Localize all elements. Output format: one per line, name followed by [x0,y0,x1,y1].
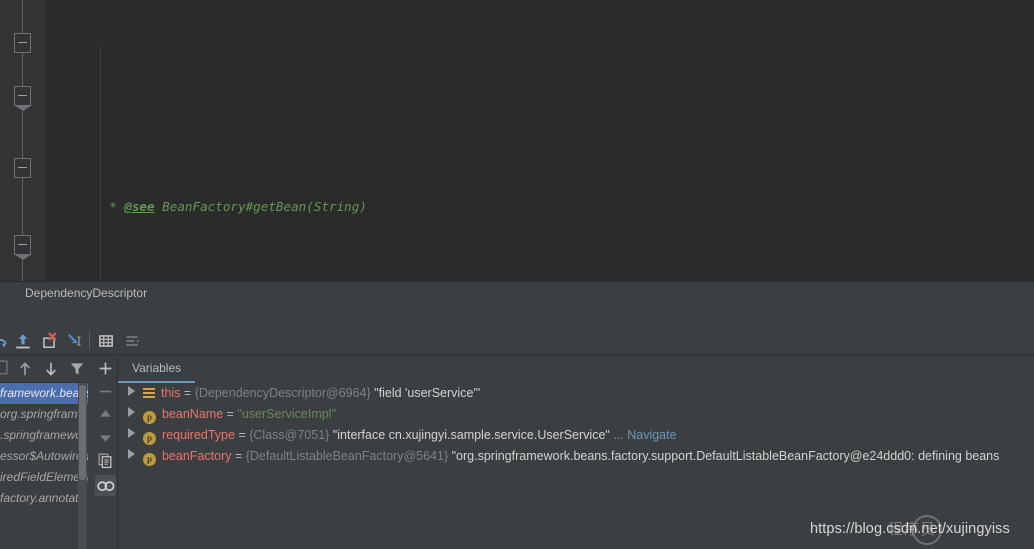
parameter-icon: p [143,432,156,445]
fold-marker-1[interactable] [14,33,31,53]
code-line-1[interactable]: @since 1.0.1 [46,92,1034,103]
variable-equals: = [223,407,238,421]
variable-reference: {Class@7051} [249,428,330,442]
frame-row[interactable]: factory.annotati [0,488,88,509]
move-down-icon[interactable] [97,429,114,446]
variable-value: "org.springframework.beans.factory.suppo… [448,449,1000,463]
frames-scrollbar-thumb[interactable] [79,385,86,480]
frame-row[interactable]: iredFieldElement [0,467,88,488]
move-up-icon[interactable] [97,406,114,423]
tab-variables-label: Variables [132,361,182,375]
fold-marker-4[interactable] [14,235,32,260]
variable-value: "interface cn.xujingyi.sample.service.Us… [329,428,610,442]
remove-watch-icon[interactable] [97,383,114,400]
fold-marker-2[interactable] [14,86,32,111]
code-editor[interactable]: @since 1.0.1 * @see BeanFactory#getBean(… [0,0,1034,281]
step-out-icon[interactable] [14,332,32,350]
frames-list[interactable]: framework.beans org.springframe .springf… [0,383,88,549]
variable-name: beanFactory [162,449,232,463]
javadoc-see-tag[interactable]: @see [124,199,154,214]
frame-row[interactable]: .springframewor [0,425,88,446]
frames-down-icon[interactable] [42,360,60,378]
frame-label: essor$Autowired [0,449,88,463]
indent-guide [100,46,101,281]
variable-row-beanname[interactable]: p beanName = "userServiceImpl" [118,404,1034,425]
tab-variables[interactable]: Variables [118,355,196,383]
frame-label: factory.annotati [0,491,82,505]
variable-equals: = [231,449,246,463]
add-watch-icon[interactable] [97,360,114,377]
code-line-2[interactable]: * @see BeanFactory#getBean(String) [46,172,1034,214]
toolbar-separator [89,331,90,350]
variable-name: beanName [162,407,224,421]
expand-arrow-icon[interactable] [128,428,135,438]
breadcrumb[interactable]: DependencyDescriptor [0,281,1034,303]
variable-name: requiredType [162,428,235,442]
step-over-icon[interactable] [0,332,9,350]
frame-row[interactable]: org.springframe [0,404,88,425]
variable-row-this[interactable]: this = {DependencyDescriptor@6964} "fiel… [118,383,1034,404]
frame-label: .springframewor [0,428,87,442]
code-line-3[interactable]: */ [46,264,1034,281]
expand-arrow-icon[interactable] [128,449,135,459]
frame-label: iredFieldElement [0,470,88,484]
frames-toolbar[interactable] [0,355,93,383]
frames-thread-selector[interactable] [0,358,10,378]
parameter-icon: p [143,453,156,466]
panel-gap [0,303,1034,327]
watermark-url: https://blog.csdn.net/xujingyiss [810,521,1010,537]
frame-row[interactable]: framework.beans [0,383,88,404]
variable-row-requiredtype[interactable]: p requiredType = {Class@7051} "interface … [118,425,1034,446]
variable-value: "userServiceImpl" [237,407,336,421]
variables-tabbar[interactable]: Variables [118,355,1034,383]
frames-up-icon[interactable] [16,360,34,378]
debug-panel: framework.beans org.springframe .springf… [0,355,1034,549]
javadoc-see-target: BeanFactory#getBean(String) [154,199,367,214]
evaluate-expression-icon[interactable] [97,332,115,350]
variable-reference: {DependencyDescriptor@6964} [194,386,371,400]
code-text-area[interactable]: @since 1.0.1 * @see BeanFactory#getBean(… [46,0,1034,281]
variable-value: "field 'userService'" [370,386,481,400]
debug-toolbar[interactable] [0,327,1034,355]
variable-ellipsis: ... [609,428,628,442]
variable-row-beanfactory[interactable]: p beanFactory = {DefaultListableBeanFacto… [118,446,1034,467]
comment-star: * [101,199,125,214]
variable-equals: = [180,386,195,400]
copy-value-icon[interactable] [97,452,114,469]
field-icon [143,387,155,399]
variables-side-toolbar[interactable] [93,355,118,549]
watches-icon[interactable] [95,475,116,496]
drop-frame-icon[interactable] [40,332,58,350]
frame-label: org.springframe [0,407,85,421]
expand-arrow-icon[interactable] [128,407,135,417]
expand-arrow-icon[interactable] [128,386,135,396]
variable-name: this [161,386,181,400]
frames-filter-icon[interactable] [68,360,86,378]
parameter-icon: p [143,411,156,424]
variable-reference: {DefaultListableBeanFactory@5641} [245,449,449,463]
force-step-into-icon[interactable] [66,332,84,350]
variable-equals: = [234,428,250,442]
navigate-link[interactable]: Navigate [627,428,676,442]
layout-settings-icon[interactable] [123,332,141,350]
editor-gutter[interactable] [0,0,46,281]
frame-label: framework.beans [0,386,88,400]
fold-marker-3[interactable] [14,158,31,178]
frame-row[interactable]: essor$Autowired [0,446,88,467]
frames-scrollbar[interactable] [78,383,87,549]
breadcrumb-class-label[interactable]: DependencyDescriptor [25,286,147,300]
